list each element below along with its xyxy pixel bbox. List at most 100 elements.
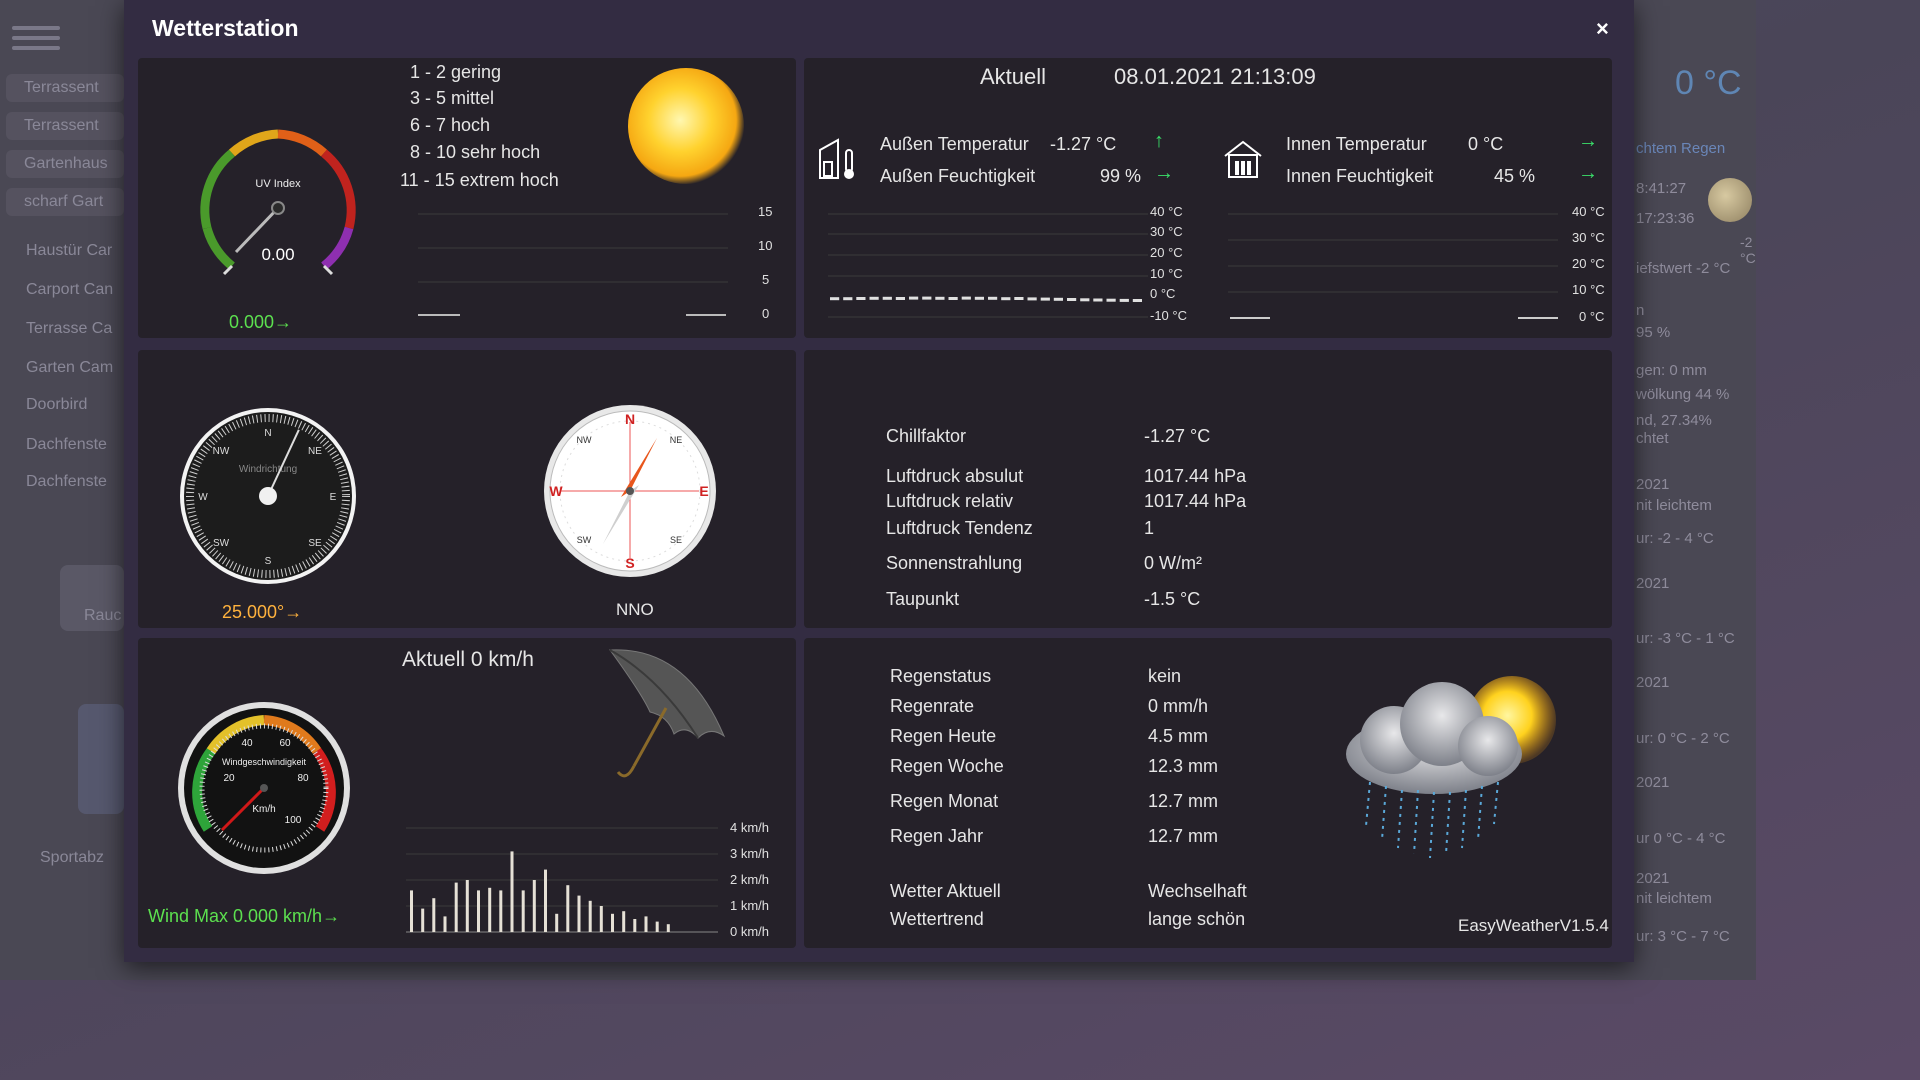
wind-bar — [421, 908, 425, 932]
svg-text:SW: SW — [213, 538, 230, 549]
wind-axis-label: 3 km/h — [730, 846, 770, 861]
sun-icon — [628, 68, 744, 184]
wind-bar — [666, 924, 670, 932]
temp-point — [856, 297, 866, 300]
outdoor-thermometer-icon — [819, 138, 854, 179]
umbrella-icon — [609, 649, 726, 778]
wind-bar — [532, 880, 536, 932]
right-text: ur: -2 - 4 °C — [1636, 530, 1714, 547]
wind-bar — [544, 869, 547, 932]
sidebar-item[interactable]: Gartenhaus — [6, 150, 124, 178]
wind-direction-dial: N NE E SE S SW W NW Windrichtung — [180, 408, 356, 584]
detail-label-pressure-rel: Luftdruck relativ — [886, 491, 1014, 511]
sidebar-item[interactable]: Terrassent — [6, 112, 124, 140]
temp-point — [830, 297, 840, 301]
sidebar-item[interactable]: Terrasse Ca — [26, 320, 112, 338]
inside-humidity-label: Innen Feuchtigkeit — [1286, 166, 1434, 186]
svg-text:NE: NE — [670, 435, 683, 445]
uv-readout: 0.000→ — [229, 312, 293, 332]
wind-axis-label: 0 km/h — [730, 924, 770, 939]
uv-legend-medium: 3 - 5 mittel — [410, 88, 495, 108]
svg-text:SE: SE — [670, 535, 682, 545]
detail-label-pressure-abs: Luftdruck absulut — [886, 466, 1024, 486]
detail-label-solar: Sonnenstrahlung — [886, 553, 1023, 573]
right-text: -2 °C — [1740, 234, 1756, 266]
right-text: ur: 3 °C - 7 °C — [1636, 928, 1730, 945]
uv-gauge: UV Index 0.00 — [200, 129, 356, 276]
right-text: n — [1636, 302, 1645, 319]
wind-axis-label: 1 km/h — [730, 898, 770, 913]
svg-text:80: 80 — [297, 773, 309, 784]
weather-trend-value: lange schön — [1148, 909, 1246, 929]
wind-bar — [555, 913, 559, 932]
rain-value-today: 4.5 mm — [1148, 726, 1209, 746]
sidebar-item[interactable]: Dachfenste — [26, 436, 107, 454]
right-text: 8:41:27 — [1636, 180, 1687, 197]
right-text: 95 % — [1636, 324, 1671, 341]
rain-panel: Regenstatus kein Regenrate 0 mm/h Regen … — [804, 638, 1612, 948]
detail-label-chill: Chillfaktor — [886, 426, 967, 446]
weather-now-value: Wechselhaft — [1148, 881, 1247, 901]
sidebar-item[interactable]: Garten Cam — [26, 359, 113, 377]
temp-point — [961, 296, 971, 300]
weather-trend-label: Wettertrend — [890, 909, 984, 929]
outside-humidity-label: Außen Feuchtigkeit — [880, 166, 1036, 186]
temp-point — [1067, 298, 1077, 301]
wind-bar — [566, 885, 570, 932]
rain-value-status: kein — [1148, 666, 1182, 686]
rain-label-month: Regen Monat — [890, 791, 999, 811]
inside-axis-label: 10 °C — [1572, 282, 1605, 297]
sidebar-item[interactable]: scharf Gart — [6, 188, 124, 216]
inside-axis-label: 20 °C — [1572, 256, 1605, 271]
right-text: iefstwert -2 °C — [1636, 260, 1731, 277]
right-text: ur: 0 °C - 2 °C — [1636, 730, 1730, 747]
gauge-unit: Km/h — [252, 804, 275, 815]
sidebar-item[interactable]: Haustür Car — [26, 242, 112, 260]
svg-text:100: 100 — [285, 815, 302, 826]
uv-legend-low: 1 - 2 gering — [410, 62, 502, 82]
sidebar-item[interactable]: Carport Can — [26, 281, 113, 299]
ghost-label: Rauc — [84, 607, 122, 624]
temp-point — [882, 296, 892, 300]
temp-point — [895, 297, 905, 300]
close-button[interactable]: × — [1596, 16, 1609, 42]
current-label: Aktuell — [980, 64, 1047, 89]
sidebar-item[interactable]: Dachfenste — [26, 473, 107, 491]
right-text: 2021 — [1636, 774, 1670, 791]
app-version: EasyWeatherV1.5.4 — [1458, 916, 1609, 935]
right-text: 2021 — [1636, 674, 1670, 691]
temp-point — [988, 296, 998, 300]
temp-point — [1040, 297, 1050, 301]
uv-gauge-value: 0.00 — [261, 245, 294, 264]
outside-temp-value: -1.27 °C — [1050, 134, 1117, 154]
uv-axis-0: 0 — [762, 306, 770, 321]
inside-axis-label: 40 °C — [1572, 204, 1605, 219]
rain-cloud-icon — [1346, 676, 1556, 859]
uv-arc-purple — [321, 226, 354, 270]
right-text: 2021 — [1636, 870, 1670, 887]
temp-point — [974, 296, 984, 300]
wind-bar — [477, 890, 480, 932]
svg-text:W: W — [198, 492, 208, 503]
right-temperature: 0 °C — [1675, 64, 1742, 102]
inside-temp-trend-icon: → — [1578, 130, 1598, 152]
uv-legend-extreme: 11 - 15 extrem hoch — [400, 170, 559, 190]
uv-axis-15: 15 — [758, 204, 773, 219]
wind-bar — [410, 890, 413, 932]
sidebar-item[interactable]: Doorbird — [26, 396, 87, 414]
right-text: wölkung 44 % — [1636, 386, 1730, 403]
weather-now-label: Wetter Aktuell — [890, 881, 1001, 901]
compass-icon: N S E W NE NW SE SW — [544, 405, 716, 577]
temp-point — [1027, 297, 1037, 301]
svg-text:60: 60 — [279, 738, 291, 749]
wind-bar — [454, 882, 458, 932]
current-panel: Aktuell 08.01.2021 21:13:09 Außen Temper… — [804, 58, 1612, 338]
wind-axis-label: 4 km/h — [730, 820, 770, 835]
right-text: ur 0 °C - 4 °C — [1636, 830, 1726, 847]
temp-point — [1093, 298, 1103, 302]
hamburger-menu-icon[interactable] — [12, 20, 60, 56]
sidebar-item[interactable]: Terrassent — [6, 74, 124, 102]
right-text: 17:23:36 — [1636, 210, 1695, 227]
svg-text:SE: SE — [308, 538, 322, 549]
svg-text:N: N — [264, 428, 271, 439]
